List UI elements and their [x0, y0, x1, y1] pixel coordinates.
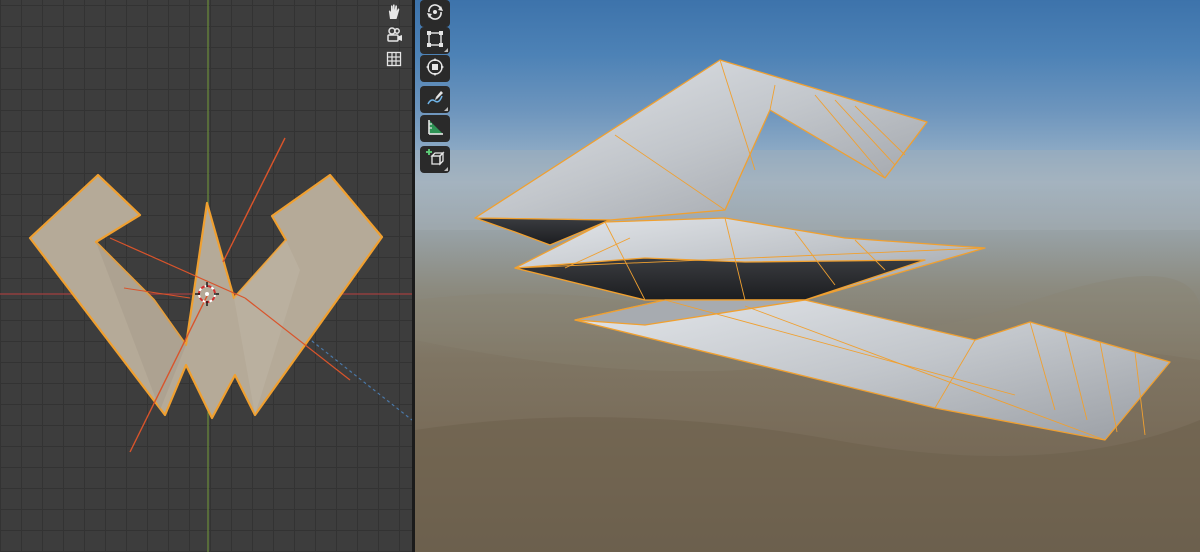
left-scene-canvas [0, 0, 412, 552]
scale-cage-tool-button[interactable] [420, 27, 450, 54]
pan-hand-icon[interactable] [383, 1, 405, 23]
add-cube-tool-button[interactable] [420, 146, 450, 173]
central-body-underside [514, 257, 926, 301]
terrain-dark [415, 417, 1200, 552]
measure-tool-icon [425, 117, 445, 141]
scale-cage-tool-icon [425, 29, 445, 53]
measure-tool-button[interactable] [420, 115, 450, 142]
add-cube-tool-icon [425, 148, 445, 172]
annotate-tool-button[interactable] [420, 86, 450, 113]
rotate-tool-button[interactable] [420, 0, 450, 27]
transform-tool-icon [425, 57, 445, 81]
left-3d-viewport[interactable] [0, 0, 412, 552]
annotate-tool-icon [425, 88, 445, 112]
right-scene-canvas [415, 59, 1200, 552]
camera-view-icon[interactable] [383, 24, 405, 46]
orthographic-grid-icon[interactable] [383, 48, 405, 70]
transform-tool-button[interactable] [420, 55, 450, 82]
light-line-upper [222, 137, 286, 263]
rotate-tool-icon [425, 2, 445, 26]
aircraft-model [474, 59, 1171, 441]
right-3d-viewport[interactable] [415, 0, 1200, 552]
